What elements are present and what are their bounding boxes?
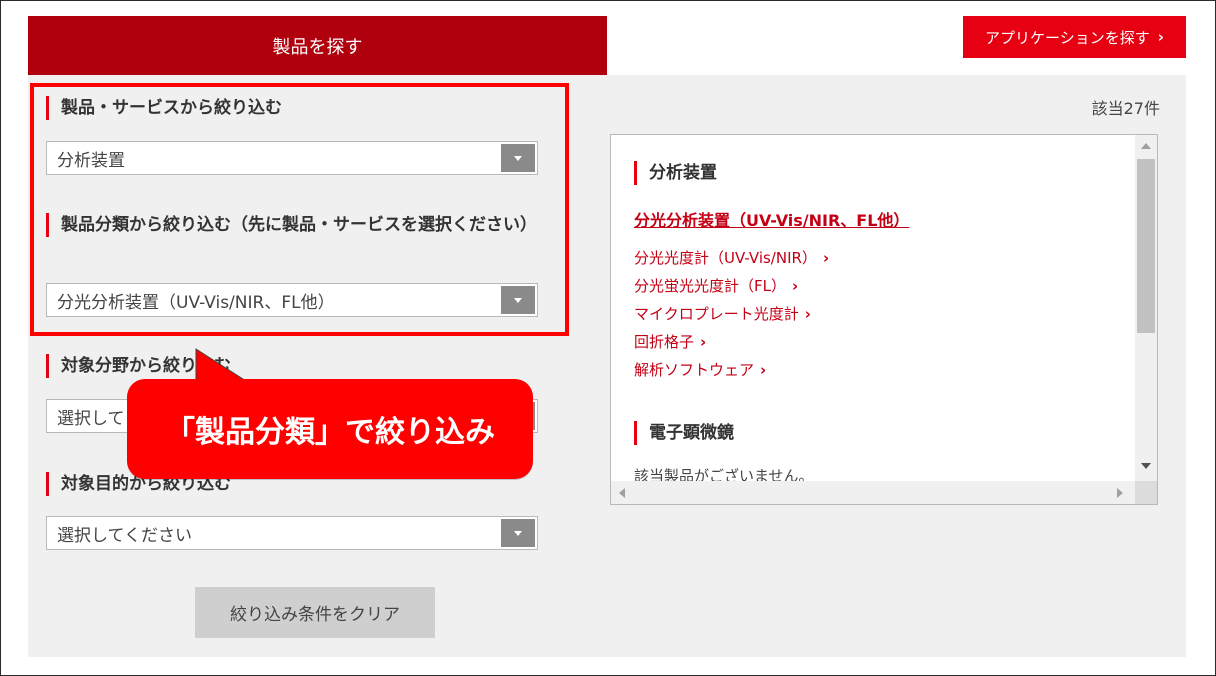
- find-applications-button[interactable]: アプリケーションを探す ›: [963, 16, 1186, 58]
- chevron-right-icon: ›: [700, 333, 707, 351]
- result-item-link[interactable]: マイクロプレート光度計 ›: [634, 303, 811, 324]
- result-item-link[interactable]: 回折格子 ›: [634, 331, 706, 352]
- chevron-right-icon: ›: [822, 249, 830, 267]
- scroll-down-icon[interactable]: [1141, 463, 1151, 469]
- select-target-purpose[interactable]: 選択してください: [46, 516, 538, 550]
- scrollbar-thumb[interactable]: [1137, 159, 1155, 333]
- result-item-link[interactable]: 分光光度計（UV-Vis/NIR） ›: [634, 247, 829, 268]
- chevron-right-icon: ›: [1157, 28, 1164, 46]
- clear-filters-button[interactable]: 絞り込み条件をクリア: [195, 587, 435, 638]
- annotation-callout-text: 「製品分類」で絞り込み: [165, 415, 495, 450]
- annotation-callout: 「製品分類」で絞り込み: [127, 379, 533, 479]
- scroll-up-icon[interactable]: [1141, 143, 1151, 149]
- scroll-left-icon[interactable]: [619, 488, 625, 498]
- result-subcategory-link[interactable]: 分光分析装置（UV-Vis/NIR、FL他）: [634, 207, 909, 231]
- chevron-right-icon: ›: [804, 305, 811, 323]
- scrollbar-corner: [1135, 481, 1157, 504]
- result-item-label: 分光蛍光光度計（FL）: [634, 277, 786, 295]
- result-count: 該当27件: [1091, 99, 1160, 118]
- no-product-message: 該当製品がございません。: [634, 467, 814, 481]
- chevron-right-icon: ›: [760, 361, 767, 379]
- clear-filters-label: 絞り込み条件をクリア: [230, 605, 400, 625]
- result-item-link[interactable]: 解析ソフトウェア ›: [634, 359, 766, 380]
- chevron-right-icon: ›: [792, 277, 799, 295]
- filter-label-target-field: 対象分野から絞り込む: [46, 354, 231, 378]
- result-item-label: マイクロプレート光度計: [634, 305, 799, 323]
- result-item-link[interactable]: 分光蛍光光度計（FL） ›: [634, 275, 798, 296]
- result-item-label: 分光光度計（UV-Vis/NIR）: [634, 249, 817, 267]
- tab-find-products[interactable]: 製品を探す: [28, 16, 607, 75]
- find-applications-label: アプリケーションを探す: [985, 28, 1150, 47]
- dropdown-arrow-icon[interactable]: [501, 519, 535, 547]
- result-item-label: 解析ソフトウェア: [634, 361, 755, 379]
- result-category-title: 分析装置: [634, 161, 717, 185]
- vertical-scrollbar[interactable]: [1135, 135, 1157, 481]
- horizontal-scrollbar[interactable]: [611, 481, 1135, 504]
- result-category-title: 電子顕微鏡: [634, 421, 734, 445]
- tab-find-products-label: 製品を探す: [272, 36, 363, 58]
- select-target-purpose-value: 選択してください: [57, 525, 192, 546]
- annotation-highlight-box: [30, 83, 569, 336]
- result-item-label: 回折格子: [634, 333, 695, 351]
- scroll-right-icon[interactable]: [1117, 488, 1123, 498]
- results-content: 分析装置 分光分析装置（UV-Vis/NIR、FL他） 分光光度計（UV-Vis…: [611, 135, 1135, 481]
- results-list[interactable]: 分析装置 分光分析装置（UV-Vis/NIR、FL他） 分光光度計（UV-Vis…: [610, 134, 1158, 505]
